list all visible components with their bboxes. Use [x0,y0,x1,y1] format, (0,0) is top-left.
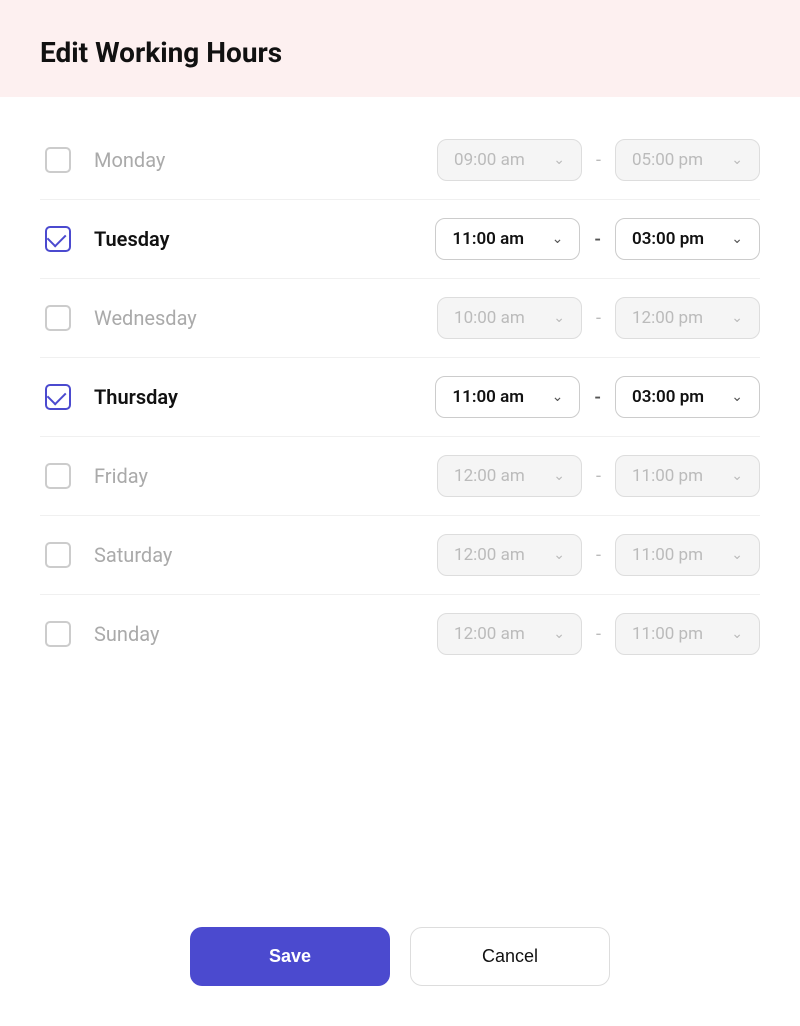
start-time-monday[interactable]: 09:00 am ⌄ [437,139,582,181]
end-time-tuesday[interactable]: 03:00 pm ⌄ [615,218,760,260]
start-time-value-sunday: 12:00 am [454,624,525,644]
end-time-chevron-sunday: ⌄ [731,626,743,642]
start-time-value-friday: 12:00 am [454,466,525,486]
end-time-value-friday: 11:00 pm [632,466,703,486]
start-time-tuesday[interactable]: 11:00 am ⌄ [435,218,580,260]
day-label-friday: Friday [94,464,254,488]
time-controls-monday: 09:00 am ⌄ - 05:00 pm ⌄ [437,139,760,181]
day-label-monday: Monday [94,148,254,172]
end-time-thursday[interactable]: 03:00 pm ⌄ [615,376,760,418]
day-label-wednesday: Wednesday [94,306,254,330]
separator-thursday: - [590,387,605,408]
time-controls-friday: 12:00 am ⌄ - 11:00 pm ⌄ [437,455,760,497]
end-time-wednesday[interactable]: 12:00 pm ⌄ [615,297,760,339]
time-controls-thursday: 11:00 am ⌄ - 03:00 pm ⌄ [435,376,760,418]
start-time-value-monday: 09:00 am [454,150,525,170]
start-time-chevron-thursday: ⌄ [552,389,564,405]
end-time-value-wednesday: 12:00 pm [632,308,703,328]
checkbox-sunday[interactable] [40,616,76,652]
start-time-sunday[interactable]: 12:00 am ⌄ [437,613,582,655]
start-time-wednesday[interactable]: 10:00 am ⌄ [437,297,582,339]
end-time-monday[interactable]: 05:00 pm ⌄ [615,139,760,181]
separator-wednesday: - [592,308,605,329]
start-time-chevron-monday: ⌄ [553,152,565,168]
day-row-sunday: Sunday 12:00 am ⌄ - 11:00 pm ⌄ [40,595,760,673]
time-controls-sunday: 12:00 am ⌄ - 11:00 pm ⌄ [437,613,760,655]
save-button[interactable]: Save [190,927,390,986]
end-time-sunday[interactable]: 11:00 pm ⌄ [615,613,760,655]
start-time-value-tuesday: 11:00 am [452,229,524,249]
start-time-friday[interactable]: 12:00 am ⌄ [437,455,582,497]
checkbox-box-saturday[interactable] [45,542,71,568]
page-header: Edit Working Hours [0,0,800,97]
end-time-chevron-thursday: ⌄ [731,389,743,405]
checkbox-tuesday[interactable] [40,221,76,257]
end-time-chevron-saturday: ⌄ [731,547,743,563]
day-row-saturday: Saturday 12:00 am ⌄ - 11:00 pm ⌄ [40,516,760,595]
checkbox-wednesday[interactable] [40,300,76,336]
separator-saturday: - [592,545,605,566]
separator-monday: - [592,150,605,171]
checkbox-box-thursday[interactable] [45,384,71,410]
start-time-value-saturday: 12:00 am [454,545,525,565]
end-time-friday[interactable]: 11:00 pm ⌄ [615,455,760,497]
start-time-chevron-sunday: ⌄ [553,626,565,642]
end-time-chevron-monday: ⌄ [731,152,743,168]
end-time-chevron-wednesday: ⌄ [731,310,743,326]
start-time-saturday[interactable]: 12:00 am ⌄ [437,534,582,576]
checkbox-monday[interactable] [40,142,76,178]
start-time-chevron-friday: ⌄ [553,468,565,484]
checkbox-saturday[interactable] [40,537,76,573]
day-row-thursday: Thursday 11:00 am ⌄ - 03:00 pm ⌄ [40,358,760,437]
end-time-value-monday: 05:00 pm [632,150,703,170]
day-row-monday: Monday 09:00 am ⌄ - 05:00 pm ⌄ [40,121,760,200]
day-label-saturday: Saturday [94,543,254,567]
end-time-chevron-tuesday: ⌄ [731,231,743,247]
separator-friday: - [592,466,605,487]
checkbox-box-sunday[interactable] [45,621,71,647]
day-label-tuesday: Tuesday [94,227,254,251]
checkbox-friday[interactable] [40,458,76,494]
end-time-value-thursday: 03:00 pm [632,387,704,407]
checkbox-box-tuesday[interactable] [45,226,71,252]
start-time-chevron-tuesday: ⌄ [552,231,564,247]
checkbox-box-friday[interactable] [45,463,71,489]
end-time-value-saturday: 11:00 pm [632,545,703,565]
separator-tuesday: - [590,229,605,250]
end-time-value-sunday: 11:00 pm [632,624,703,644]
start-time-value-thursday: 11:00 am [452,387,524,407]
day-label-thursday: Thursday [94,385,254,409]
end-time-chevron-friday: ⌄ [731,468,743,484]
page-title: Edit Working Hours [40,36,282,69]
checkbox-thursday[interactable] [40,379,76,415]
footer: Save Cancel [0,907,800,1026]
end-time-saturday[interactable]: 11:00 pm ⌄ [615,534,760,576]
checkbox-box-monday[interactable] [45,147,71,173]
days-list: Monday 09:00 am ⌄ - 05:00 pm ⌄ Tuesday 1… [0,97,800,907]
checkbox-box-wednesday[interactable] [45,305,71,331]
time-controls-saturday: 12:00 am ⌄ - 11:00 pm ⌄ [437,534,760,576]
time-controls-wednesday: 10:00 am ⌄ - 12:00 pm ⌄ [437,297,760,339]
day-label-sunday: Sunday [94,622,254,646]
day-row-tuesday: Tuesday 11:00 am ⌄ - 03:00 pm ⌄ [40,200,760,279]
end-time-value-tuesday: 03:00 pm [632,229,704,249]
separator-sunday: - [592,624,605,645]
start-time-thursday[interactable]: 11:00 am ⌄ [435,376,580,418]
start-time-chevron-wednesday: ⌄ [553,310,565,326]
start-time-value-wednesday: 10:00 am [454,308,525,328]
start-time-chevron-saturday: ⌄ [553,547,565,563]
cancel-button[interactable]: Cancel [410,927,610,986]
day-row-friday: Friday 12:00 am ⌄ - 11:00 pm ⌄ [40,437,760,516]
time-controls-tuesday: 11:00 am ⌄ - 03:00 pm ⌄ [435,218,760,260]
day-row-wednesday: Wednesday 10:00 am ⌄ - 12:00 pm ⌄ [40,279,760,358]
